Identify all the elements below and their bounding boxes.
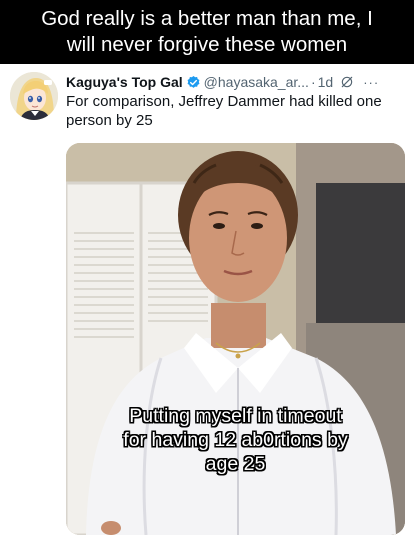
avatar[interactable] <box>10 72 58 120</box>
meme-caption-line-1: God really is a better man than me, I <box>41 7 373 30</box>
photo-woman-in-white-jacket <box>66 143 405 535</box>
tweet-header: Kaguya's Top Gal @hayasaka_ar... · 1d ··… <box>66 73 408 91</box>
meme-caption: God really is a better man than me, I wi… <box>0 0 414 64</box>
tweet-card[interactable]: Kaguya's Top Gal @hayasaka_ar... · 1d ··… <box>0 64 414 539</box>
grok-icon[interactable] <box>340 75 354 89</box>
overlay-line-1: Putting myself in timeout <box>129 405 342 427</box>
user-handle[interactable]: @hayasaka_ar... <box>204 74 309 90</box>
tweet-text: For comparison, Jeffrey Dammer had kille… <box>66 93 382 129</box>
more-horizontal-icon[interactable]: ··· <box>363 75 379 90</box>
timestamp[interactable]: 1d <box>318 74 334 90</box>
overlay-line-2: for having 12 ab0rtions by <box>123 429 348 451</box>
display-name[interactable]: Kaguya's Top Gal <box>66 74 183 90</box>
separator-dot: · <box>310 74 316 90</box>
avatar-anime-girl-image <box>10 72 58 120</box>
verified-badge-icon <box>186 75 201 90</box>
overlay-line-3: age 25 <box>205 453 266 475</box>
tweet-media-image[interactable]: Putting myself in timeout for having 12 … <box>66 143 405 535</box>
video-overlay-caption: Putting myself in timeout for having 12 … <box>66 404 405 476</box>
meme-caption-line-2: will never forgive these women <box>66 33 348 56</box>
